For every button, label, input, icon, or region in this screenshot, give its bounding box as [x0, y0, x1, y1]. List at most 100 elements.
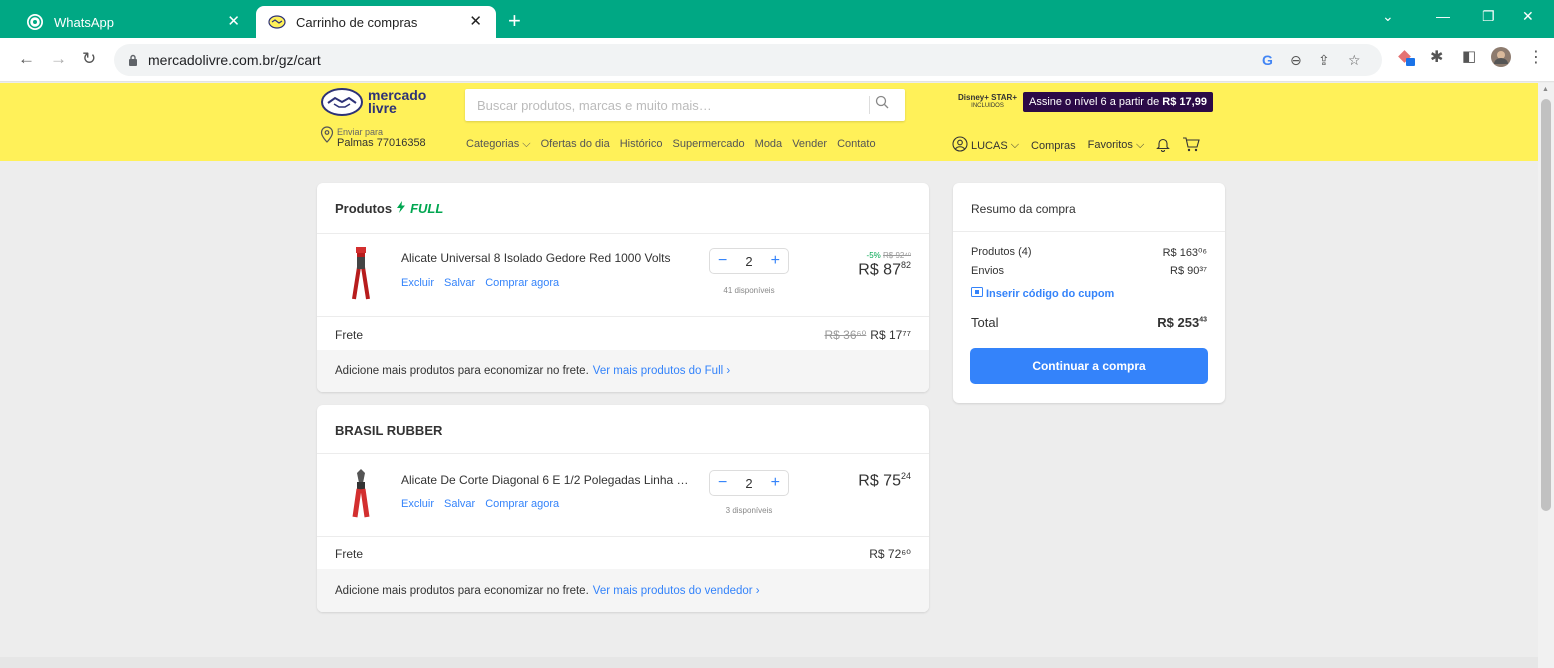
- disney-star-logo: Disney+ STAR+ INCLUIDOS: [958, 93, 1017, 109]
- shipping-location[interactable]: Enviar para Palmas 77016358: [320, 126, 426, 150]
- forward-icon[interactable]: →: [50, 50, 67, 68]
- summary-shipping-value: R$ 90³⁷: [1170, 265, 1207, 277]
- side-panel-icon[interactable]: ◧: [1462, 47, 1476, 65]
- continue-purchase-button[interactable]: Continuar a compra: [970, 348, 1208, 384]
- see-more-full-link[interactable]: Ver mais produtos do Full ›: [593, 365, 730, 377]
- profile-avatar[interactable]: [1490, 46, 1512, 71]
- product-image[interactable]: [335, 245, 387, 301]
- disney-star-promo[interactable]: Disney+ STAR+ INCLUIDOS Assine o nível 6…: [958, 92, 1213, 112]
- stock-available: 3 disponíveis: [725, 506, 773, 515]
- back-icon[interactable]: ←: [18, 50, 35, 68]
- summary-total-label: Total: [971, 315, 999, 330]
- buy-now-button[interactable]: Comprar agora: [485, 498, 559, 510]
- new-tab-icon[interactable]: +: [508, 10, 521, 32]
- buy-now-button[interactable]: Comprar agora: [485, 277, 559, 289]
- user-menu[interactable]: LUCAS ⌵: [952, 136, 1019, 155]
- location-pin-icon: [320, 126, 334, 149]
- handshake-logo-icon: [321, 88, 363, 116]
- logo-line2: livre: [368, 100, 397, 116]
- nav-contato[interactable]: Contato: [837, 138, 876, 151]
- promo-badge: Assine o nível 6 a partir de R$ 17,99: [1022, 92, 1213, 112]
- item-actions: Excluir Salvar Comprar agora: [401, 277, 559, 289]
- minimize-icon[interactable]: —: [1436, 8, 1450, 24]
- nav-compras[interactable]: Compras: [1031, 140, 1076, 152]
- nav-moda[interactable]: Moda: [755, 138, 783, 151]
- browser-menu-icon[interactable]: ⋮: [1528, 47, 1544, 67]
- coupon-ticket-icon: [971, 287, 983, 300]
- scroll-up-icon[interactable]: ▲: [1542, 86, 1549, 93]
- search-input[interactable]: [465, 89, 865, 121]
- shipping-hint: Adicione mais produtos para economizar n…: [317, 569, 929, 612]
- reload-icon[interactable]: ↻: [82, 50, 96, 68]
- lightning-icon: [396, 201, 406, 216]
- product-title[interactable]: Alicate Universal 8 Isolado Gedore Red 1…: [401, 251, 671, 265]
- price-block: -5% R$ 92⁴⁰ R$ 8782: [858, 251, 911, 279]
- ship-city: Palmas 77016358: [337, 137, 426, 149]
- summary-shipping-label: Envios: [971, 265, 1005, 277]
- address-bar[interactable]: mercadolivre.com.br/gz/cart G ⊖ ⇪ ☆: [114, 44, 1382, 76]
- summary-products-row: Produtos (4) R$ 163⁰⁶: [971, 246, 1207, 259]
- tab-search-chevron-icon[interactable]: ⌄: [1382, 8, 1394, 25]
- tab-label: WhatsApp: [54, 14, 114, 30]
- increase-quantity-button[interactable]: +: [771, 475, 780, 491]
- notifications-bell-icon[interactable]: [1156, 137, 1171, 155]
- nav-supermercado[interactable]: Supermercado: [673, 138, 745, 151]
- cart-icon[interactable]: [1182, 136, 1201, 155]
- nav-ofertas[interactable]: Ofertas do dia: [541, 138, 610, 151]
- nav-categorias[interactable]: Categorias ⌵: [466, 138, 531, 151]
- decrease-quantity-button[interactable]: −: [718, 253, 727, 269]
- product-title[interactable]: Alicate De Corte Diagonal 6 E 1/2 Polega…: [401, 473, 691, 487]
- whatsapp-icon: [26, 13, 44, 31]
- save-button[interactable]: Salvar: [444, 498, 475, 510]
- tab-label: Carrinho de compras: [296, 14, 418, 30]
- google-translate-icon[interactable]: G: [1262, 52, 1273, 68]
- delete-button[interactable]: Excluir: [401, 277, 434, 289]
- divider: [953, 231, 1225, 232]
- shipping-hint-text: Adicione mais produtos para economizar n…: [335, 584, 589, 597]
- extensions-puzzle-icon[interactable]: ✱: [1430, 47, 1443, 67]
- mercadolivre-favicon-icon: [268, 13, 286, 31]
- quantity-value[interactable]: 2: [745, 476, 752, 491]
- tab-carrinho[interactable]: Carrinho de compras ✕: [256, 6, 496, 38]
- decrease-quantity-button[interactable]: −: [718, 475, 727, 491]
- mercadolivre-logo[interactable]: mercado livre: [320, 87, 426, 117]
- nav-historico[interactable]: Histórico: [620, 138, 663, 151]
- page-scrollbar[interactable]: ▲: [1538, 83, 1554, 668]
- shipping-row: Frete R$ 36⁶⁰ R$ 17⁷⁷: [335, 328, 911, 342]
- search-divider: [869, 96, 870, 114]
- current-price: R$ 8782: [858, 260, 911, 279]
- zoom-icon[interactable]: ⊖: [1290, 52, 1302, 69]
- shipping-price: R$ 36⁶⁰ R$ 17⁷⁷: [824, 328, 912, 342]
- share-icon[interactable]: ⇪: [1318, 52, 1330, 69]
- save-button[interactable]: Salvar: [444, 277, 475, 289]
- close-tab-icon[interactable]: ✕: [469, 13, 482, 31]
- search-icon[interactable]: [875, 95, 889, 114]
- summary-products-value: R$ 163⁰⁶: [1162, 247, 1207, 259]
- summary-shipping-row: Envios R$ 90³⁷: [971, 265, 1207, 277]
- divider: [317, 453, 929, 454]
- lock-icon: [128, 53, 138, 71]
- scrollbar-thumb[interactable]: [1541, 99, 1551, 511]
- url-text: mercadolivre.com.br/gz/cart: [148, 52, 321, 68]
- increase-quantity-button[interactable]: +: [771, 253, 780, 269]
- bookmark-star-icon[interactable]: ☆: [1348, 52, 1361, 69]
- current-price: R$ 7524: [858, 471, 911, 490]
- see-more-seller-link[interactable]: Ver mais produtos do vendedor ›: [593, 585, 760, 597]
- shipping-hint-text: Adicione mais produtos para economizar n…: [335, 365, 589, 377]
- close-tab-icon[interactable]: ✕: [227, 13, 240, 31]
- close-window-icon[interactable]: ✕: [1522, 8, 1534, 25]
- extension-badge-icon[interactable]: [1398, 49, 1416, 70]
- seller-name[interactable]: BRASIL RUBBER: [335, 423, 442, 438]
- user-nav: LUCAS ⌵ Compras Favoritos ⌵: [952, 136, 1201, 155]
- product-image[interactable]: [335, 467, 387, 523]
- delete-button[interactable]: Excluir: [401, 498, 434, 510]
- summary-total-value: R$ 25343: [1157, 315, 1207, 330]
- maximize-icon[interactable]: ❐: [1482, 8, 1495, 25]
- tab-whatsapp[interactable]: WhatsApp ✕: [8, 6, 254, 38]
- coupon-link[interactable]: Inserir código do cupom: [971, 287, 1114, 300]
- nav-favoritos[interactable]: Favoritos ⌵: [1088, 139, 1145, 152]
- nav-vender[interactable]: Vender: [792, 138, 827, 151]
- full-badge: FULL: [410, 201, 444, 216]
- quantity-value[interactable]: 2: [745, 254, 752, 269]
- category-nav: Categorias ⌵ Ofertas do dia Histórico Su…: [466, 138, 876, 151]
